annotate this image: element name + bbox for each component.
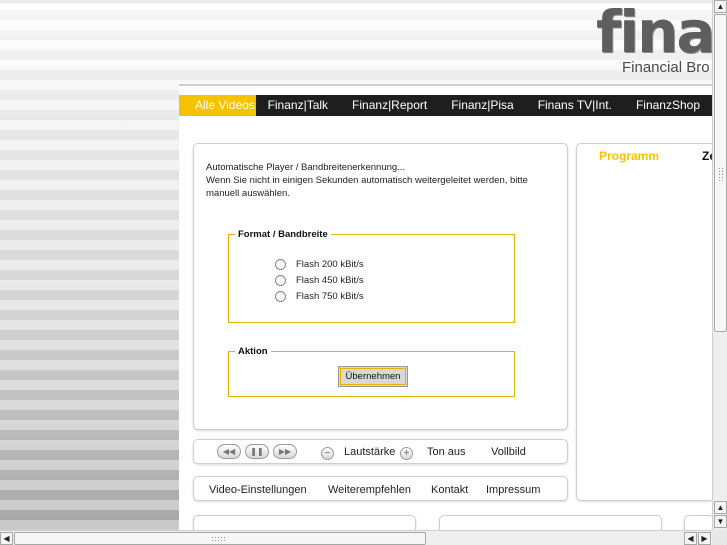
mute-button[interactable]: Ton aus [427, 446, 466, 458]
scroll-left-icon[interactable]: ◀ [0, 532, 13, 545]
radio-flash-200[interactable] [275, 259, 286, 270]
sidebar-tab-programm[interactable]: Programm [599, 149, 659, 163]
format-legend: Format / Bandbreite [235, 228, 331, 241]
detection-message: Automatische Player / Bandbreitenerkennu… [206, 161, 551, 200]
scroll-right-icon[interactable]: ▶ [698, 532, 711, 545]
nav-tab-finanz-report[interactable]: Finanz|Report [340, 95, 439, 116]
rewind-icon[interactable]: ◀◀ [217, 444, 241, 459]
scroll-down-icon[interactable]: ▼ [714, 515, 727, 528]
radio-flash-750[interactable] [275, 291, 286, 302]
scroll-left-icon-right[interactable]: ◀ [684, 532, 697, 545]
scroll-up-icon-lower[interactable]: ▲ [714, 501, 727, 514]
fast-forward-icon[interactable]: ▶▶ [273, 444, 297, 459]
category-nav: Alle Videos Finanz|Talk Finanz|Report Fi… [179, 95, 712, 116]
fullscreen-button[interactable]: Vollbild [491, 446, 526, 458]
scrollbar-corner [712, 530, 727, 545]
radio-flash-450[interactable] [275, 275, 286, 286]
detection-line-1: Automatische Player / Bandbreitenerkennu… [206, 162, 406, 173]
thumb-grip [211, 536, 227, 543]
logo-word: finan [596, 4, 712, 66]
program-sidebar [576, 143, 712, 501]
site-logo[interactable]: finan Financial Bro [596, 4, 712, 80]
option-label: Flash 750 kBit/s [296, 291, 364, 302]
link-imprint[interactable]: Impressum [486, 484, 540, 496]
option-label: Flash 450 kBit/s [296, 275, 364, 286]
option-label: Flash 200 kBit/s [296, 259, 364, 270]
thumb-grip [718, 167, 725, 181]
option-flash-750[interactable]: Flash 750 kBit/s [275, 291, 364, 302]
vertical-scrollbar[interactable]: ▲ ▲ ▼ [712, 0, 727, 530]
option-flash-450[interactable]: Flash 450 kBit/s [275, 275, 364, 286]
logo-subtitle: Financial Bro [622, 59, 710, 76]
apply-button[interactable]: Übernehmen [338, 366, 408, 387]
vertical-scroll-thumb[interactable] [714, 14, 727, 332]
aktion-legend: Aktion [235, 345, 271, 358]
link-video-settings[interactable]: Video-Einstellungen [209, 484, 307, 496]
volume-down-icon[interactable]: − [321, 447, 334, 460]
aktion-fieldset: Aktion Übernehmen [228, 345, 515, 397]
pause-icon[interactable]: ❚❚ [245, 444, 269, 459]
scroll-up-icon[interactable]: ▲ [714, 0, 727, 13]
option-flash-200[interactable]: Flash 200 kBit/s [275, 259, 364, 270]
top-divider [0, 0, 712, 3]
link-recommend[interactable]: Weiterempfehlen [328, 484, 411, 496]
nav-tab-finanz-talk[interactable]: Finanz|Talk [256, 95, 340, 116]
nav-tab-finans-tv-int[interactable]: Finans TV|Int. [526, 95, 624, 116]
horizontal-scrollbar[interactable]: ◀ ◀ ▶ [0, 530, 712, 545]
nav-tab-alle-videos[interactable]: Alle Videos [179, 95, 256, 116]
nav-tab-finanz-pisa[interactable]: Finanz|Pisa [439, 95, 525, 116]
detection-line-2: Wenn Sie nicht in einigen Sekunden autom… [206, 175, 528, 199]
sidebar-tab-zeit[interactable]: Zeit [702, 149, 712, 163]
volume-up-icon[interactable]: + [400, 447, 413, 460]
nav-tab-finanzshop[interactable]: FinanzShop [624, 95, 712, 116]
horizontal-scroll-thumb[interactable] [14, 532, 426, 545]
format-fieldset: Format / Bandbreite Flash 200 kBit/s Fla… [228, 228, 515, 323]
volume-label: Lautstärke [344, 446, 396, 458]
link-contact[interactable]: Kontakt [431, 484, 468, 496]
